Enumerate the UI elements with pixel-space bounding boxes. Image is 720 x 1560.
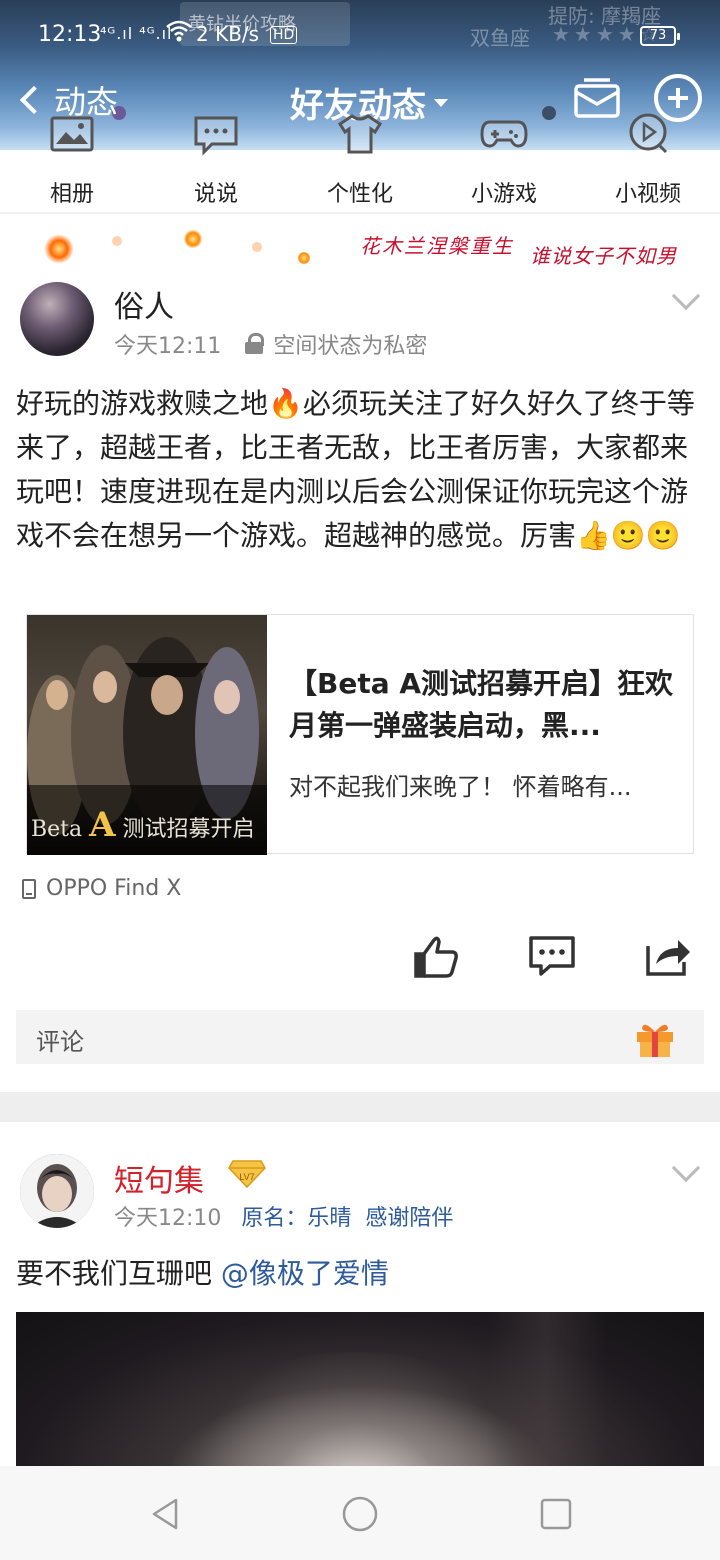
network-speed: 2 KB/s bbox=[196, 22, 260, 46]
quick-nav: 相册 说说 个性化 小游戏 小视频 bbox=[0, 110, 720, 210]
thumbs-up-icon bbox=[414, 936, 458, 978]
cellular-signal-icon: ⁴ᴳ.ıl ⁴ᴳ.ıl bbox=[100, 24, 173, 43]
quick-nav-album[interactable]: 相册 bbox=[0, 110, 144, 210]
quick-nav-label: 小游戏 bbox=[470, 182, 537, 207]
divider bbox=[0, 212, 720, 214]
recent-apps-square-icon[interactable] bbox=[536, 1494, 576, 1534]
comment-bubble-icon bbox=[529, 936, 575, 976]
status-bar: 12:13 ⁴ᴳ.ıl ⁴ᴳ.ıl 2 KB/s HD 73 bbox=[0, 0, 720, 72]
comment-input[interactable]: 评论 bbox=[16, 1010, 704, 1064]
share-icon bbox=[646, 940, 690, 976]
sparkle-decoration bbox=[298, 252, 310, 264]
device-name: OPPO Find X bbox=[46, 876, 182, 901]
hd-voice-icon: HD bbox=[270, 26, 298, 44]
privacy-status: 空间状态为私密 bbox=[273, 334, 428, 359]
decorative-banner: 花木兰涅槃重生 谁说女子不如男 bbox=[0, 220, 720, 276]
quick-nav-label: 小视频 bbox=[614, 182, 681, 207]
sparkle-decoration bbox=[184, 230, 202, 248]
link-card-title: 【Beta A测试招募开启】狂欢月第一弹盛装启动，黑... bbox=[289, 667, 674, 742]
status-time: 12:13 bbox=[38, 22, 102, 47]
quick-nav-label: 个性化 bbox=[326, 182, 393, 207]
photo-detail bbox=[486, 1312, 606, 1466]
vip-level-icon: LV7 bbox=[228, 1158, 266, 1189]
avatar[interactable] bbox=[20, 282, 94, 356]
quick-nav-mini-games[interactable]: 小游戏 bbox=[432, 110, 576, 210]
device-info: OPPO Find X bbox=[22, 876, 181, 901]
quick-nav-label: 说说 bbox=[193, 182, 238, 207]
share-button[interactable] bbox=[644, 932, 692, 980]
sparkle-decoration bbox=[44, 234, 74, 264]
post-photo[interactable] bbox=[16, 1312, 704, 1466]
chevron-down-icon[interactable] bbox=[671, 281, 701, 311]
post-text: 要不我们互珊吧 @像极了爱情 bbox=[16, 1252, 706, 1296]
quick-nav-personalize[interactable]: 个性化 bbox=[288, 110, 432, 210]
chevron-down-icon[interactable] bbox=[671, 1153, 701, 1183]
link-card-description: 对不起我们来晚了！ 怀着略有... bbox=[289, 773, 632, 801]
banner-text: 谁说女子不如男 bbox=[530, 244, 677, 268]
origin-name-link[interactable]: 原名：乐晴 bbox=[241, 1200, 351, 1232]
speech-bubble-icon bbox=[194, 116, 238, 156]
banner-text: 花木兰涅槃重生 bbox=[360, 234, 514, 258]
feed-separator bbox=[0, 1092, 720, 1122]
post-meta: 今天12:11 空间状态为私密 bbox=[114, 328, 427, 360]
photo-album-icon bbox=[50, 116, 94, 152]
wifi-icon bbox=[166, 20, 192, 47]
home-circle-icon[interactable] bbox=[340, 1494, 380, 1534]
gift-icon[interactable] bbox=[634, 1018, 676, 1058]
svg-text:LV7: LV7 bbox=[239, 1172, 254, 1182]
system-navigation-bar bbox=[0, 1466, 720, 1560]
post-text: 好玩的游戏救赎之地🔥必须玩关注了好久好久了终于等来了，超越王者，比王者无敌，比王… bbox=[16, 387, 695, 552]
post-time: 今天12:11 bbox=[114, 334, 222, 359]
link-card-image: Beta A 测试招募开启 bbox=[27, 615, 267, 855]
photo-detail bbox=[196, 1352, 516, 1466]
gamepad-icon bbox=[480, 120, 528, 148]
post-text-body: 要不我们互珊吧 bbox=[16, 1257, 213, 1290]
lock-icon bbox=[245, 333, 265, 355]
user-mention-link[interactable]: @像极了爱情 bbox=[221, 1257, 389, 1290]
back-triangle-icon[interactable] bbox=[146, 1494, 186, 1534]
video-play-icon bbox=[629, 113, 668, 154]
link-card-image-caption: Beta A 测试招募开启 bbox=[31, 805, 255, 845]
quick-nav-short-video[interactable]: 小视频 bbox=[576, 110, 720, 210]
comment-button[interactable] bbox=[528, 932, 576, 980]
caret-down-icon bbox=[434, 98, 448, 107]
like-button[interactable] bbox=[412, 932, 460, 980]
battery-icon: 73 bbox=[640, 26, 680, 46]
author-name[interactable]: 短句集 bbox=[114, 1156, 204, 1200]
origin-extra-link[interactable]: 感谢陪伴⁡ bbox=[365, 1200, 453, 1232]
comment-placeholder: 评论 bbox=[36, 1028, 84, 1056]
quick-nav-moments[interactable]: 说说 bbox=[144, 110, 288, 210]
phone-icon bbox=[22, 878, 36, 899]
quick-nav-label: 相册 bbox=[49, 182, 94, 207]
sparkle-decoration bbox=[112, 236, 122, 246]
link-card[interactable]: Beta A 测试招募开启 【Beta A测试招募开启】狂欢月第一弹盛装启动，黑… bbox=[26, 614, 694, 855]
sparkle-decoration bbox=[252, 242, 262, 252]
avatar[interactable] bbox=[20, 1154, 94, 1228]
author-name[interactable]: 俗人 bbox=[114, 282, 174, 326]
tshirt-icon bbox=[337, 114, 383, 154]
post-time: 今天12:10 bbox=[114, 1206, 222, 1231]
post-meta: 今天12:10 原名：乐晴 感谢陪伴⁡ bbox=[114, 1200, 453, 1232]
